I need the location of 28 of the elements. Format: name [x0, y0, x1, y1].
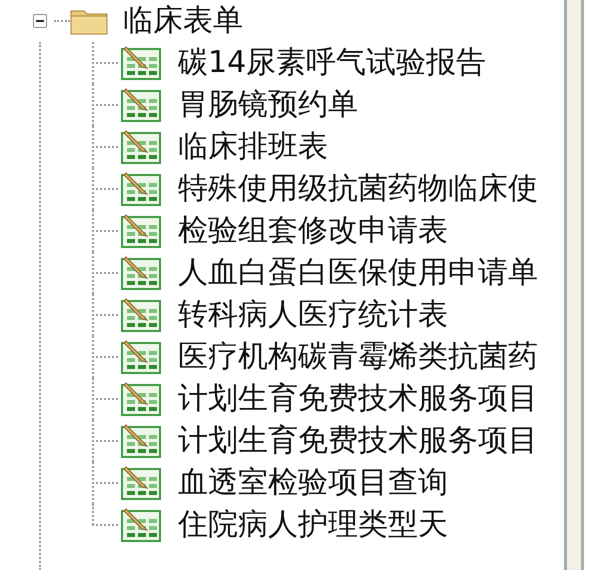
spreadsheet-icon: [120, 339, 164, 375]
spreadsheet-icon: [120, 297, 164, 333]
spreadsheet-icon: [120, 171, 164, 207]
tree-item[interactable]: 碳14尿素呼气试验报告: [178, 48, 486, 78]
scrollbar[interactable]: [564, 0, 584, 570]
spreadsheet-icon: [120, 381, 164, 417]
tree-item[interactable]: 临床表单: [123, 6, 243, 36]
spreadsheet-icon: [120, 423, 164, 459]
tree-item[interactable]: 检验组套修改申请表: [178, 216, 448, 246]
spreadsheet-icon: [120, 87, 164, 123]
tree-item[interactable]: 胃肠镜预约单: [178, 90, 358, 120]
tree-item[interactable]: 住院病人护理类型天: [178, 510, 448, 540]
tree-item[interactable]: 计划生育免费技术服务项目: [178, 384, 538, 414]
tree-item[interactable]: 血透室检验项目查询: [178, 468, 448, 498]
collapse-toggle[interactable]: [33, 14, 47, 28]
spreadsheet-icon: [120, 255, 164, 291]
tree-item[interactable]: 人血白蛋白医保使用申请单: [178, 258, 538, 288]
spreadsheet-icon: [120, 45, 164, 81]
spreadsheet-icon: [120, 213, 164, 249]
tree-item[interactable]: 医疗机构碳青霉烯类抗菌药: [178, 342, 538, 372]
tree-item[interactable]: 转科病人医疗统计表: [178, 300, 448, 330]
spreadsheet-icon: [120, 507, 164, 543]
tree-item[interactable]: 特殊使用级抗菌药物临床使: [178, 174, 538, 204]
tree-item[interactable]: 计划生育免费技术服务项目: [178, 426, 538, 456]
tree-item[interactable]: 临床排班表: [178, 132, 328, 162]
spreadsheet-icon: [120, 129, 164, 165]
minus-icon: [36, 17, 44, 25]
spreadsheet-icon: [120, 465, 164, 501]
